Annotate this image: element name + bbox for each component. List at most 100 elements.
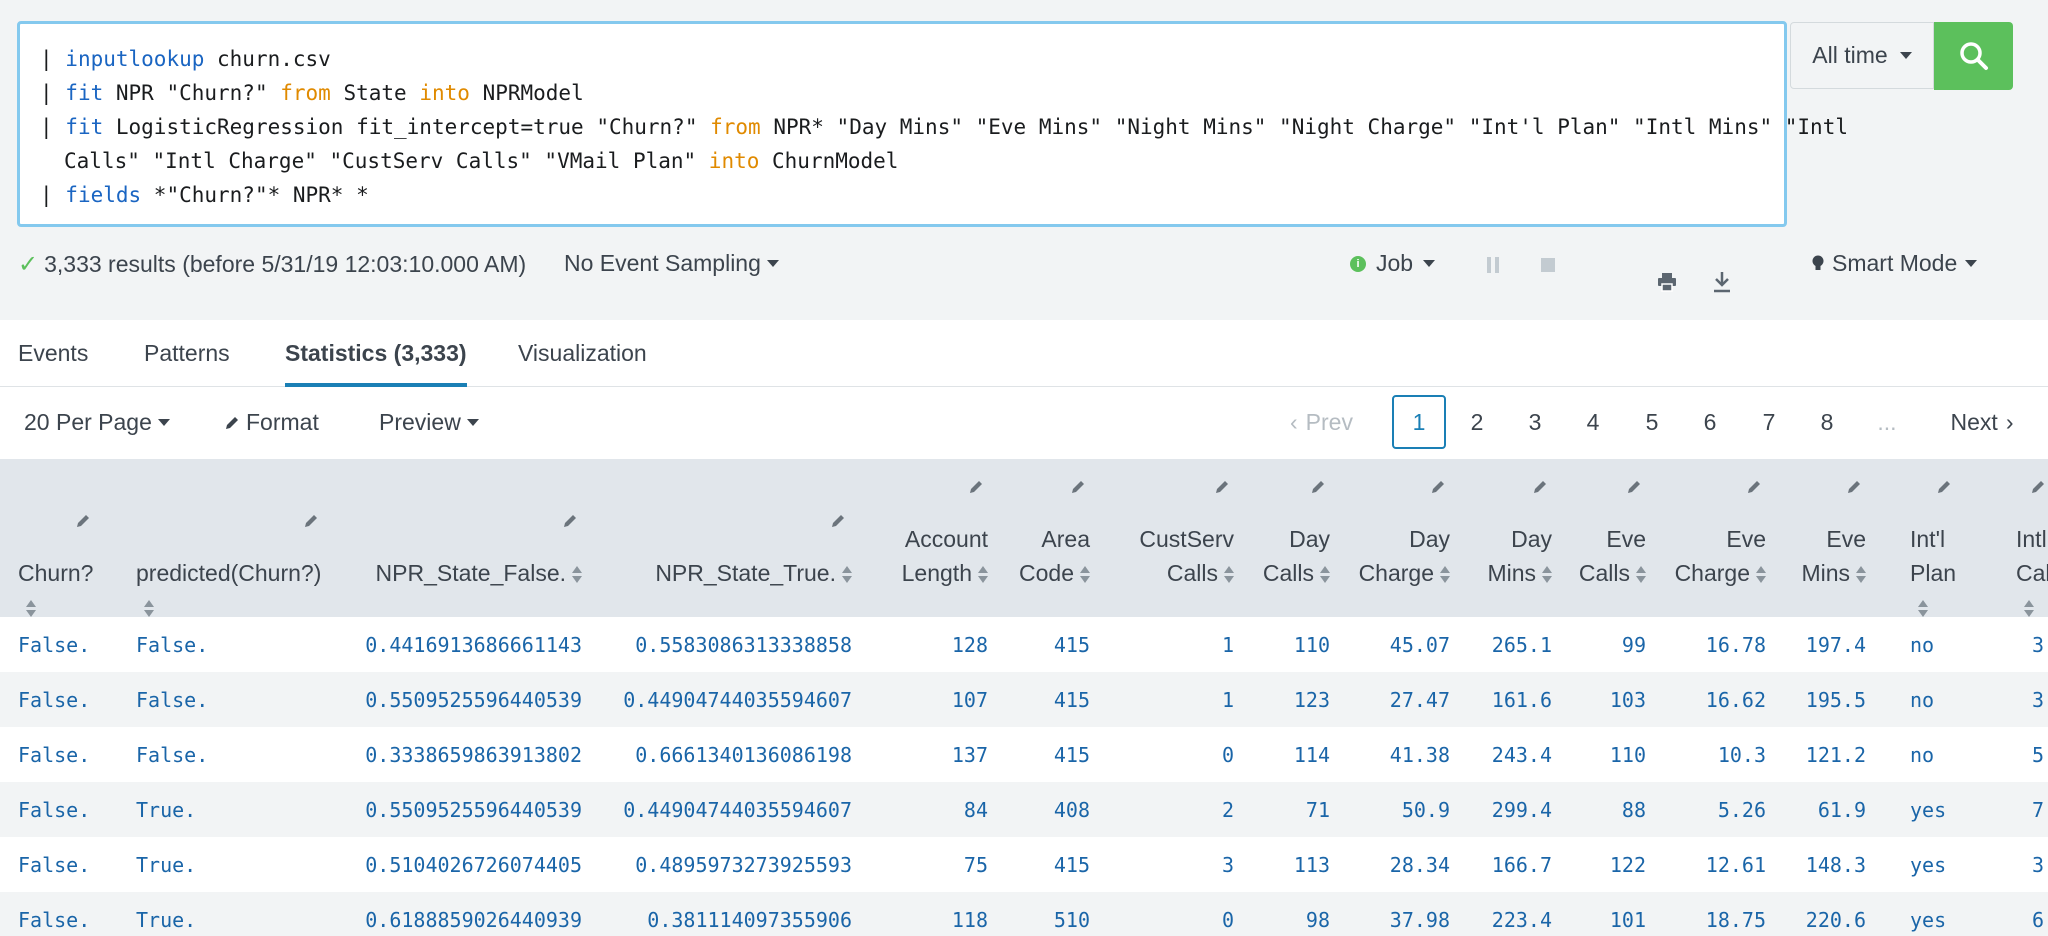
column-header-icalls[interactable]: Intl Calls: [2016, 522, 2048, 624]
table-cell-area[interactable]: 415: [1054, 688, 1090, 712]
sort-icon[interactable]: [1756, 565, 1766, 584]
pencil-icon[interactable]: [1532, 479, 1548, 495]
format-button[interactable]: Format: [224, 409, 319, 436]
search-mode-dropdown[interactable]: Smart Mode: [1812, 250, 1978, 277]
table-cell-dmins[interactable]: 161.6: [1492, 688, 1552, 712]
column-header-churn[interactable]: Churn?: [18, 556, 93, 624]
pencil-icon[interactable]: [968, 479, 984, 495]
pencil-icon[interactable]: [1214, 479, 1230, 495]
table-cell-churn[interactable]: False.: [18, 688, 90, 712]
table-cell-ecalls[interactable]: 122: [1610, 853, 1646, 877]
table-cell-pred[interactable]: False.: [136, 688, 208, 712]
table-cell-iplan[interactable]: yes: [1910, 908, 1946, 932]
pencil-icon[interactable]: [1746, 479, 1762, 495]
table-cell-nprf[interactable]: 0.5104026726074405: [365, 853, 582, 877]
table-cell-icalls[interactable]: 3: [2032, 688, 2044, 712]
table-cell-dcharge[interactable]: 27.47: [1390, 688, 1450, 712]
table-cell-iplan[interactable]: yes: [1910, 853, 1946, 877]
column-header-nprt[interactable]: NPR_State_True.: [655, 556, 852, 590]
table-cell-cust[interactable]: 1: [1222, 633, 1234, 657]
table-cell-acct[interactable]: 84: [964, 798, 988, 822]
table-cell-nprf[interactable]: 0.5509525596440539: [365, 798, 582, 822]
pencil-icon[interactable]: [303, 513, 319, 529]
sort-icon[interactable]: [26, 599, 36, 618]
pencil-icon[interactable]: [1430, 479, 1446, 495]
table-cell-iplan[interactable]: no: [1910, 743, 1934, 767]
sort-icon[interactable]: [1224, 565, 1234, 584]
table-cell-churn[interactable]: False.: [18, 798, 90, 822]
pencil-icon[interactable]: [1070, 479, 1086, 495]
table-cell-dcalls[interactable]: 71: [1306, 798, 1330, 822]
sort-icon[interactable]: [1636, 565, 1646, 584]
table-cell-acct[interactable]: 107: [952, 688, 988, 712]
table-cell-nprf[interactable]: 0.6188859026440939: [365, 908, 582, 932]
table-cell-iplan[interactable]: no: [1910, 633, 1934, 657]
table-cell-dcharge[interactable]: 50.9: [1402, 798, 1450, 822]
column-header-iplan[interactable]: Int'l Plan: [1910, 522, 1956, 624]
sort-icon[interactable]: [1080, 565, 1090, 584]
page-5-button[interactable]: 5: [1625, 395, 1679, 449]
tab-patterns[interactable]: Patterns: [144, 340, 230, 385]
table-cell-acct[interactable]: 128: [952, 633, 988, 657]
sort-icon[interactable]: [1918, 599, 1928, 618]
table-cell-area[interactable]: 408: [1054, 798, 1090, 822]
time-range-picker[interactable]: All time: [1790, 22, 1934, 89]
table-cell-pred[interactable]: True.: [136, 908, 196, 932]
column-header-nprf[interactable]: NPR_State_False.: [376, 556, 582, 590]
pencil-icon[interactable]: [1310, 479, 1326, 495]
page-7-button[interactable]: 7: [1742, 395, 1796, 449]
table-cell-pred[interactable]: False.: [136, 633, 208, 657]
pencil-icon[interactable]: [830, 513, 846, 529]
table-cell-icalls[interactable]: 7: [2032, 798, 2044, 822]
pause-icon[interactable]: [1486, 257, 1500, 273]
table-cell-pred[interactable]: True.: [136, 798, 196, 822]
prev-page-button[interactable]: ‹ Prev: [1290, 395, 1370, 449]
table-cell-dcharge[interactable]: 37.98: [1390, 908, 1450, 932]
event-sampling-dropdown[interactable]: No Event Sampling: [564, 250, 779, 277]
stop-icon[interactable]: [1541, 258, 1555, 272]
sort-icon[interactable]: [1320, 565, 1330, 584]
table-cell-area[interactable]: 510: [1054, 908, 1090, 932]
pencil-icon[interactable]: [1936, 479, 1952, 495]
column-header-dmins[interactable]: Day Mins: [1487, 522, 1552, 590]
table-cell-emins[interactable]: 61.9: [1818, 798, 1866, 822]
table-cell-cust[interactable]: 2: [1222, 798, 1234, 822]
download-icon[interactable]: [1712, 271, 1732, 293]
column-header-area[interactable]: Area Code: [1019, 522, 1090, 590]
table-cell-dcalls[interactable]: 98: [1306, 908, 1330, 932]
table-cell-dcalls[interactable]: 110: [1294, 633, 1330, 657]
pencil-icon[interactable]: [562, 513, 578, 529]
table-cell-pred[interactable]: True.: [136, 853, 196, 877]
page-8-button[interactable]: 8: [1800, 395, 1854, 449]
table-cell-cust[interactable]: 3: [1222, 853, 1234, 877]
table-cell-icalls[interactable]: 6: [2032, 908, 2044, 932]
table-cell-emins[interactable]: 148.3: [1806, 853, 1866, 877]
column-header-cust[interactable]: CustServ Calls: [1139, 522, 1234, 590]
table-cell-churn[interactable]: False.: [18, 908, 90, 932]
table-cell-emins[interactable]: 197.4: [1806, 633, 1866, 657]
table-cell-dcharge[interactable]: 45.07: [1390, 633, 1450, 657]
sort-icon[interactable]: [144, 599, 154, 618]
table-cell-nprf[interactable]: 0.4416913686661143: [365, 633, 582, 657]
tab-events[interactable]: Events: [18, 340, 88, 385]
page-6-button[interactable]: 6: [1683, 395, 1737, 449]
sort-icon[interactable]: [572, 565, 582, 584]
table-cell-dmins[interactable]: 265.1: [1492, 633, 1552, 657]
table-cell-churn[interactable]: False.: [18, 743, 90, 767]
table-cell-nprt[interactable]: 0.6661340136086198: [635, 743, 852, 767]
search-query-editor[interactable]: | inputlookup churn.csv | fit NPR "Churn?…: [17, 21, 1848, 227]
table-cell-echarge[interactable]: 18.75: [1706, 908, 1766, 932]
search-button[interactable]: [1934, 22, 2013, 90]
column-header-dcalls[interactable]: Day Calls: [1263, 522, 1330, 590]
table-cell-ecalls[interactable]: 103: [1610, 688, 1646, 712]
table-cell-area[interactable]: 415: [1054, 633, 1090, 657]
pencil-icon[interactable]: [1626, 479, 1642, 495]
table-cell-echarge[interactable]: 16.78: [1706, 633, 1766, 657]
table-cell-nprf[interactable]: 0.5509525596440539: [365, 688, 582, 712]
sort-icon[interactable]: [1440, 565, 1450, 584]
table-cell-acct[interactable]: 137: [952, 743, 988, 767]
table-cell-icalls[interactable]: 3: [2032, 633, 2044, 657]
column-header-pred[interactable]: predicted(Churn?): [136, 556, 321, 624]
table-cell-acct[interactable]: 118: [952, 908, 988, 932]
table-cell-iplan[interactable]: no: [1910, 688, 1934, 712]
